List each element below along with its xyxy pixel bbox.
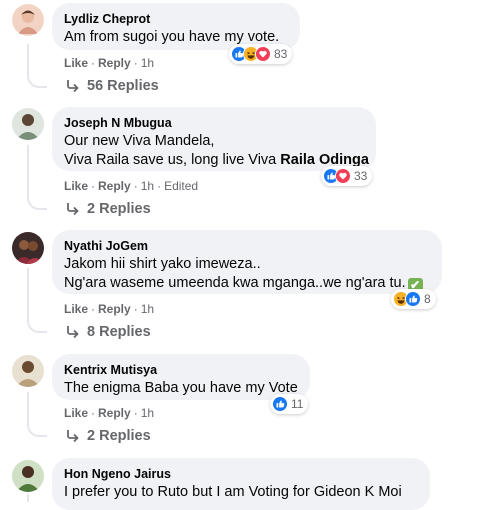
like-icon [405,291,421,307]
replies-label: 56 Replies [87,78,159,94]
comment-author[interactable]: Joseph N Mbugua [64,115,364,132]
thread-connector [27,317,47,333]
view-replies-button[interactable]: 56 Replies [66,78,159,94]
thread-connector [27,72,47,88]
comment-text: The enigma Baba you have my Vote [64,380,298,396]
comment-author[interactable]: Lydliz Cheprot [64,11,288,28]
comment-bubble: Kentrix Mutisya The enigma Baba you have… [52,354,310,400]
reaction-summary[interactable]: 8 [391,289,436,309]
reply-arrow-icon [67,326,79,339]
reaction-count: 83 [274,47,288,61]
avatar[interactable] [12,460,44,492]
reply-button[interactable]: Reply [98,406,131,420]
comment-text: I prefer you to Ruto but I am Voting for… [64,484,402,500]
thread-line [27,494,29,502]
comment-time[interactable]: 1h [141,302,154,316]
comment-actions: Like · Reply · 1h · Edited [64,179,199,193]
reaction-summary[interactable]: 83 [229,44,293,64]
reply-button[interactable]: Reply [98,302,131,316]
avatar[interactable] [12,108,44,140]
reaction-count: 8 [424,292,431,306]
reaction-count: 11 [291,397,304,411]
replies-label: 2 Replies [87,201,151,217]
comment-author[interactable]: Kentrix Mutisya [64,362,298,379]
view-replies-button[interactable]: 2 Replies [66,201,151,217]
comment-author[interactable]: Hon Ngeno Jairus [64,466,418,483]
love-icon [335,168,351,184]
avatar[interactable] [12,232,44,264]
like-button[interactable]: Like [64,406,88,420]
comment-actions: Like · Reply · 1h [64,56,155,70]
reaction-summary[interactable]: 33 [321,166,373,186]
comment-text: Jakom hii shirt yako imeweza.. [64,256,261,272]
view-replies-button[interactable]: 2 Replies [66,428,151,444]
reply-button[interactable]: Reply [98,179,131,193]
comment-actions: Like · Reply · 1h [64,406,155,420]
replies-label: 2 Replies [87,428,151,444]
thread-line [27,268,29,322]
reply-arrow-icon [67,203,79,216]
comment-actions: Like · Reply · 1h [64,302,155,316]
reaction-summary[interactable]: 11 [270,394,309,414]
avatar[interactable] [12,4,44,36]
love-icon [255,46,271,62]
comment-bubble: Lydliz Cheprot Am from sugoi you have my… [52,3,300,50]
like-button[interactable]: Like [64,56,88,70]
reaction-count: 33 [354,169,368,183]
thread-connector [27,421,47,437]
replies-label: 8 Replies [87,324,151,340]
avatar[interactable] [12,355,44,387]
thread-connector [27,194,47,210]
comment-time[interactable]: 1h [141,406,154,420]
comment-text: Viva Raila save us, long live Viva Raila… [64,152,369,168]
comment-bubble: Joseph N Mbugua Our new Viva Mandela, Vi… [52,107,376,171]
comment-text: Ng'ara waseme umeenda kwa mganga..we ng'… [64,274,430,293]
comment-text: Our new Viva Mandela, [64,133,215,149]
thread-line [27,145,29,199]
comment-time[interactable]: 1h [141,56,154,70]
edited-label[interactable]: Edited [164,179,198,193]
reply-arrow-icon [67,80,79,93]
reply-button[interactable]: Reply [98,56,131,70]
like-button[interactable]: Like [64,179,88,193]
like-icon [272,396,288,412]
comment-bubble: Nyathi JoGem Jakom hii shirt yako imewez… [52,230,442,294]
like-button[interactable]: Like [64,302,88,316]
view-replies-button[interactable]: 8 Replies [66,324,151,340]
comment-time[interactable]: 1h [141,179,154,193]
comment-author[interactable]: Nyathi JoGem [64,238,430,255]
comment-bubble: Hon Ngeno Jairus I prefer you to Ruto bu… [52,458,430,510]
reply-arrow-icon [67,430,79,443]
